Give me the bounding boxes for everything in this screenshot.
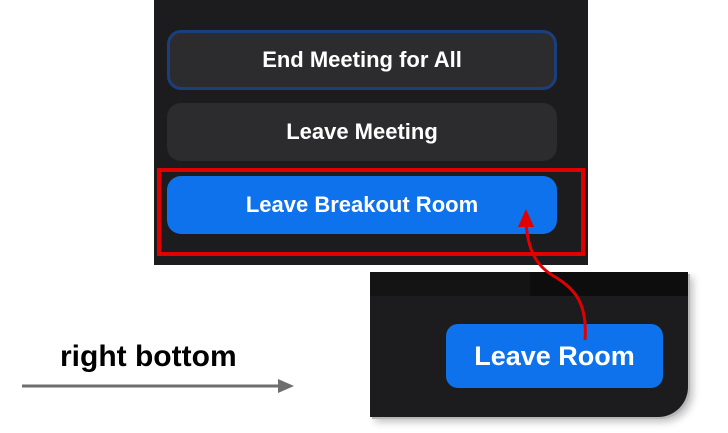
curved-arrow-up-icon — [518, 209, 587, 341]
end-meeting-for-all-button[interactable]: End Meeting for All — [167, 30, 557, 90]
arrow-right-icon — [22, 379, 294, 393]
leave-meeting-button[interactable]: Leave Meeting — [167, 103, 557, 161]
annotation-label: right bottom — [60, 340, 237, 373]
